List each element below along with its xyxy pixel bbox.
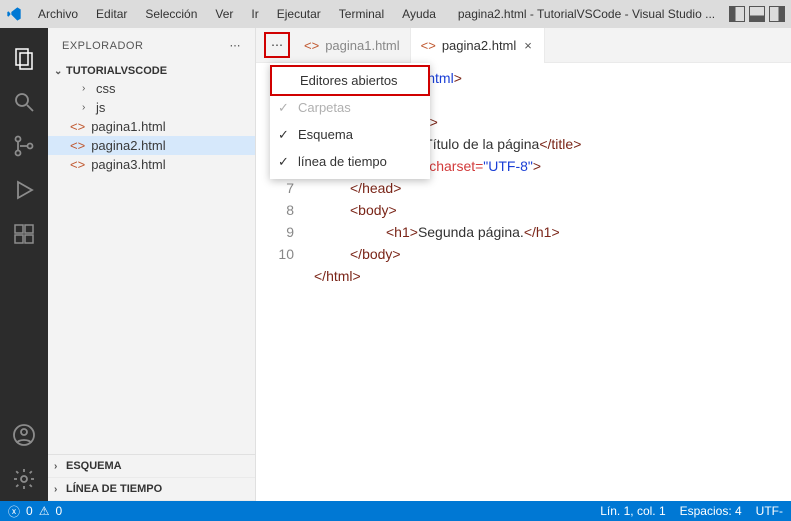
sidebar-title: EXPLORADOR <box>62 40 143 52</box>
line-number: 9 <box>256 221 294 243</box>
activity-bar <box>0 28 48 501</box>
menu-ir[interactable]: Ir <box>243 5 266 23</box>
close-tab-icon[interactable]: × <box>522 38 534 53</box>
html-file-icon: <> <box>70 138 85 153</box>
menu-bar: Archivo Editar Selección Ver Ir Ejecutar… <box>30 5 444 23</box>
sidebar-header: EXPLORADOR ⋯ <box>48 28 255 63</box>
chevron-right-icon: › <box>82 102 90 113</box>
dropdown-esquema[interactable]: ✓ Esquema <box>270 121 430 148</box>
dropdown-label: Esquema <box>298 127 353 142</box>
project-name: TUTORIALVSCODE <box>66 65 167 77</box>
tab-pagina1[interactable]: <> pagina1.html <box>294 28 410 63</box>
indentation[interactable]: Espacios: 4 <box>680 504 742 518</box>
line-number: 10 <box>256 243 294 265</box>
menu-terminal[interactable]: Terminal <box>331 5 392 23</box>
menu-archivo[interactable]: Archivo <box>30 5 86 23</box>
encoding[interactable]: UTF- <box>756 504 783 518</box>
tab-pagina2[interactable]: <> pagina2.html × <box>410 28 545 63</box>
toggle-secondary-sidebar-icon[interactable] <box>769 6 785 22</box>
file-pagina2[interactable]: <> pagina2.html <box>48 136 255 155</box>
html-file-icon: <> <box>70 119 85 134</box>
accounts-icon[interactable] <box>12 423 36 447</box>
tabs-row: ⋯ <> pagina1.html <> pagina2.html × <box>256 28 791 63</box>
window-title: pagina2.html - TutorialVSCode - Visual S… <box>444 7 729 21</box>
dropdown-label: línea de tiempo <box>298 154 387 169</box>
errors-count[interactable]: 0 <box>26 504 33 518</box>
file-tree: ⌄ TUTORIALVSCODE › css › js <> pagina1.h… <box>48 63 255 454</box>
chevron-right-icon: › <box>82 83 90 94</box>
tab-label: pagina1.html <box>325 38 399 53</box>
check-icon: ✓ <box>278 100 289 116</box>
menu-editar[interactable]: Editar <box>88 5 135 23</box>
status-bar: ⓧ 0 ⚠ 0 Lín. 1, col. 1 Espacios: 4 UTF- <box>0 501 791 521</box>
check-icon: ✓ <box>278 154 289 170</box>
sidebar-bottom-sections: › ESQUEMA › LÍNEA DE TIEMPO <box>48 454 255 501</box>
menu-ayuda[interactable]: Ayuda <box>394 5 444 23</box>
folder-label: js <box>96 100 105 115</box>
file-label: pagina2.html <box>91 138 165 153</box>
toggle-panel-icon[interactable] <box>749 6 765 22</box>
editor-area: ⋯ <> pagina1.html <> pagina2.html × Edit… <box>256 28 791 501</box>
menu-ver[interactable]: Ver <box>207 5 241 23</box>
warnings-count[interactable]: 0 <box>55 504 62 518</box>
dropdown-label: Carpetas <box>298 100 351 115</box>
warnings-icon[interactable]: ⚠ <box>39 504 50 518</box>
layout-controls <box>729 6 785 22</box>
section-label: ESQUEMA <box>66 460 122 472</box>
file-label: pagina1.html <box>91 119 165 134</box>
chevron-right-icon: › <box>54 461 62 472</box>
html-file-icon: <> <box>304 38 319 53</box>
folder-css[interactable]: › css <box>48 79 255 98</box>
chevron-right-icon: › <box>54 484 62 495</box>
file-pagina3[interactable]: <> pagina3.html <box>48 155 255 174</box>
status-right: Lín. 1, col. 1 Espacios: 4 UTF- <box>600 504 783 518</box>
sidebar-more-icon[interactable]: ⋯ <box>230 39 242 52</box>
status-left: ⓧ 0 ⚠ 0 <box>8 503 62 520</box>
sidebar-explorer: EXPLORADOR ⋯ ⌄ TUTORIALVSCODE › css › js… <box>48 28 256 501</box>
folder-label: css <box>96 81 116 96</box>
explorer-icon[interactable] <box>12 46 36 70</box>
title-bar: Archivo Editar Selección Ver Ir Ejecutar… <box>0 0 791 28</box>
run-debug-icon[interactable] <box>12 178 36 202</box>
cursor-position[interactable]: Lín. 1, col. 1 <box>600 504 665 518</box>
search-icon[interactable] <box>12 90 36 114</box>
check-icon: ✓ <box>278 127 289 143</box>
folder-js[interactable]: › js <box>48 98 255 117</box>
html-file-icon: <> <box>70 157 85 172</box>
vscode-logo-icon <box>6 6 22 22</box>
extensions-icon[interactable] <box>12 222 36 246</box>
menu-seleccion[interactable]: Selección <box>137 5 205 23</box>
sidebar-linea-tiempo[interactable]: › LÍNEA DE TIEMPO <box>48 478 255 501</box>
dropdown-linea-tiempo[interactable]: ✓ línea de tiempo <box>270 148 430 175</box>
dropdown-editores-abiertos[interactable]: Editores abiertos <box>270 65 430 96</box>
main-area: EXPLORADOR ⋯ ⌄ TUTORIALVSCODE › css › js… <box>0 28 791 501</box>
tab-label: pagina2.html <box>442 38 516 53</box>
section-label: LÍNEA DE TIEMPO <box>66 483 162 495</box>
line-number: 7 <box>256 177 294 199</box>
views-more-button[interactable]: ⋯ <box>264 32 290 58</box>
sidebar-esquema[interactable]: › ESQUEMA <box>48 455 255 478</box>
file-pagina1[interactable]: <> pagina1.html <box>48 117 255 136</box>
file-label: pagina3.html <box>91 157 165 172</box>
project-root[interactable]: ⌄ TUTORIALVSCODE <box>48 63 255 79</box>
views-dropdown: Editores abiertos ✓ Carpetas ✓ Esquema ✓… <box>270 63 430 179</box>
line-number: 8 <box>256 199 294 221</box>
html-file-icon: <> <box>421 38 436 53</box>
menu-ejecutar[interactable]: Ejecutar <box>269 5 329 23</box>
chevron-down-icon: ⌄ <box>54 66 62 77</box>
errors-icon[interactable]: ⓧ <box>8 503 20 520</box>
toggle-primary-sidebar-icon[interactable] <box>729 6 745 22</box>
settings-gear-icon[interactable] <box>12 467 36 491</box>
source-control-icon[interactable] <box>12 134 36 158</box>
dropdown-label: Editores abiertos <box>300 73 398 88</box>
dropdown-carpetas[interactable]: ✓ Carpetas <box>270 94 430 121</box>
